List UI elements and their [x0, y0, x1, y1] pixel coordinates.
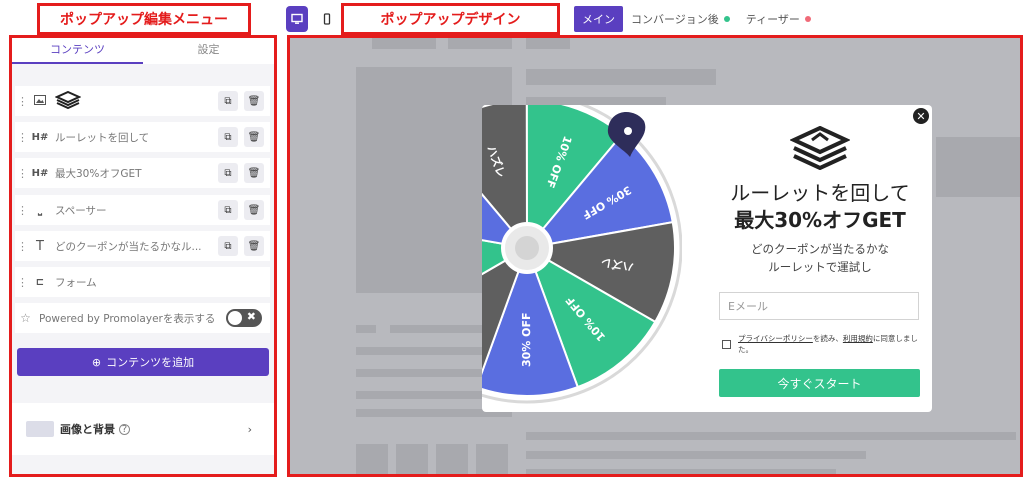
- desktop-view-button[interactable]: [286, 6, 308, 32]
- tab-main[interactable]: メイン: [574, 6, 623, 32]
- design-annotation-label: ポップアップデザイン: [341, 3, 560, 35]
- design-annotation-frame: [287, 35, 1023, 477]
- tab-main-label: メイン: [582, 13, 615, 26]
- edit-menu-annotation-frame: [9, 35, 277, 477]
- status-dot-green: [723, 16, 730, 22]
- edit-menu-annotation-label: ポップアップ編集メニュー: [37, 3, 251, 35]
- status-dot-red: [804, 16, 811, 22]
- tab-teaser-label: ティーザー: [745, 13, 800, 26]
- mobile-view-button[interactable]: [316, 6, 338, 32]
- mobile-icon: [323, 13, 331, 25]
- tab-after-conversion-label: コンバージョン後: [631, 13, 719, 26]
- popup-state-tabs: メイン コンバージョン後 ティーザー: [574, 6, 819, 32]
- desktop-icon: [291, 13, 303, 24]
- tab-teaser[interactable]: ティーザー: [738, 6, 819, 32]
- tab-after-conversion[interactable]: コンバージョン後: [623, 6, 738, 32]
